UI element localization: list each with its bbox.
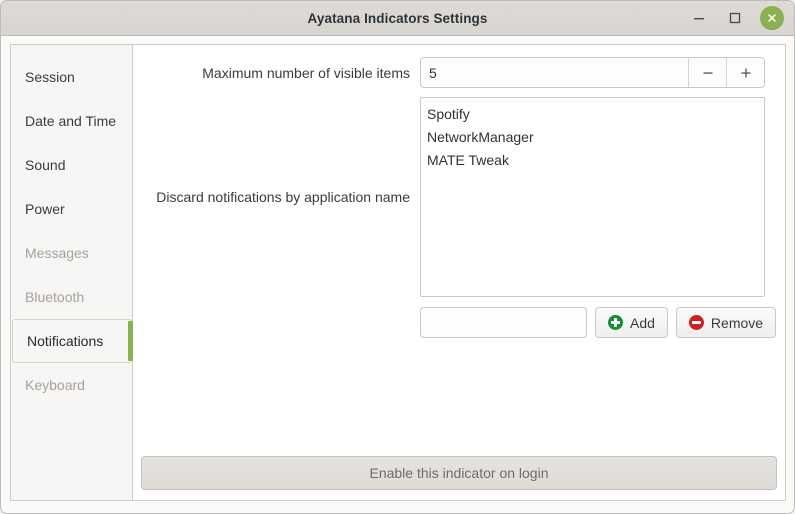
sidebar-item-date-and-time[interactable]: Date and Time — [11, 99, 132, 143]
list-item[interactable]: NetworkManager — [421, 126, 764, 149]
max-items-label: Maximum number of visible items — [202, 64, 410, 81]
remove-button[interactable]: Remove — [675, 307, 777, 338]
max-items-value[interactable]: 5 — [421, 58, 688, 87]
window-controls — [688, 1, 784, 35]
sidebar: Session Date and Time Sound Power Messag… — [10, 44, 133, 501]
application-name-input[interactable] — [420, 307, 587, 338]
titlebar: Ayatana Indicators Settings — [1, 1, 794, 36]
max-items-decrement-button[interactable] — [688, 58, 726, 87]
settings-panel: Maximum number of visible items 5 Discar… — [133, 44, 786, 501]
sidebar-item-label: Sound — [25, 157, 66, 173]
sidebar-item-bluetooth: Bluetooth — [11, 275, 132, 319]
app-window: Ayatana Indicators Settings Session Date… — [0, 0, 795, 514]
list-item[interactable]: MATE Tweak — [421, 149, 764, 172]
sidebar-item-sound[interactable]: Sound — [11, 143, 132, 187]
sidebar-item-label: Power — [25, 201, 65, 217]
sidebar-item-session[interactable]: Session — [11, 55, 132, 99]
minimize-icon[interactable] — [688, 7, 710, 29]
window-title: Ayatana Indicators Settings — [307, 10, 488, 26]
maximize-icon[interactable] — [724, 7, 746, 29]
sidebar-item-label: Date and Time — [25, 113, 117, 129]
add-button[interactable]: Add — [595, 307, 668, 338]
max-items-row: Maximum number of visible items 5 — [133, 57, 785, 88]
remove-circle-minus-icon — [688, 315, 704, 330]
sidebar-item-label: Notifications — [27, 333, 104, 349]
max-items-spinner[interactable]: 5 — [420, 57, 765, 88]
add-circle-plus-icon — [608, 315, 623, 330]
sidebar-item-notifications[interactable]: Notifications — [12, 319, 133, 363]
sidebar-item-keyboard: Keyboard — [11, 363, 132, 407]
discard-label: Discard notifications by application nam… — [156, 189, 410, 205]
list-item[interactable]: Spotify — [421, 103, 764, 126]
sidebar-item-label: Bluetooth — [25, 289, 85, 305]
sidebar-item-label: Session — [25, 69, 75, 85]
sidebar-item-label: Keyboard — [25, 377, 85, 393]
window-content: Session Date and Time Sound Power Messag… — [1, 36, 794, 513]
discard-actions-row: Add Remove — [420, 307, 777, 338]
discard-row: Discard notifications by application nam… — [133, 97, 785, 297]
sidebar-item-label: Messages — [25, 245, 89, 261]
discard-list[interactable]: Spotify NetworkManager MATE Tweak — [420, 97, 765, 297]
sidebar-item-power[interactable]: Power — [11, 187, 132, 231]
enable-on-login-label: Enable this indicator on login — [369, 465, 549, 481]
remove-button-label: Remove — [710, 314, 764, 331]
sidebar-item-messages: Messages — [11, 231, 132, 275]
close-icon[interactable] — [760, 6, 784, 30]
enable-on-login-button[interactable]: Enable this indicator on login — [141, 456, 777, 490]
max-items-increment-button[interactable] — [726, 58, 764, 87]
add-button-label: Add — [630, 314, 655, 331]
